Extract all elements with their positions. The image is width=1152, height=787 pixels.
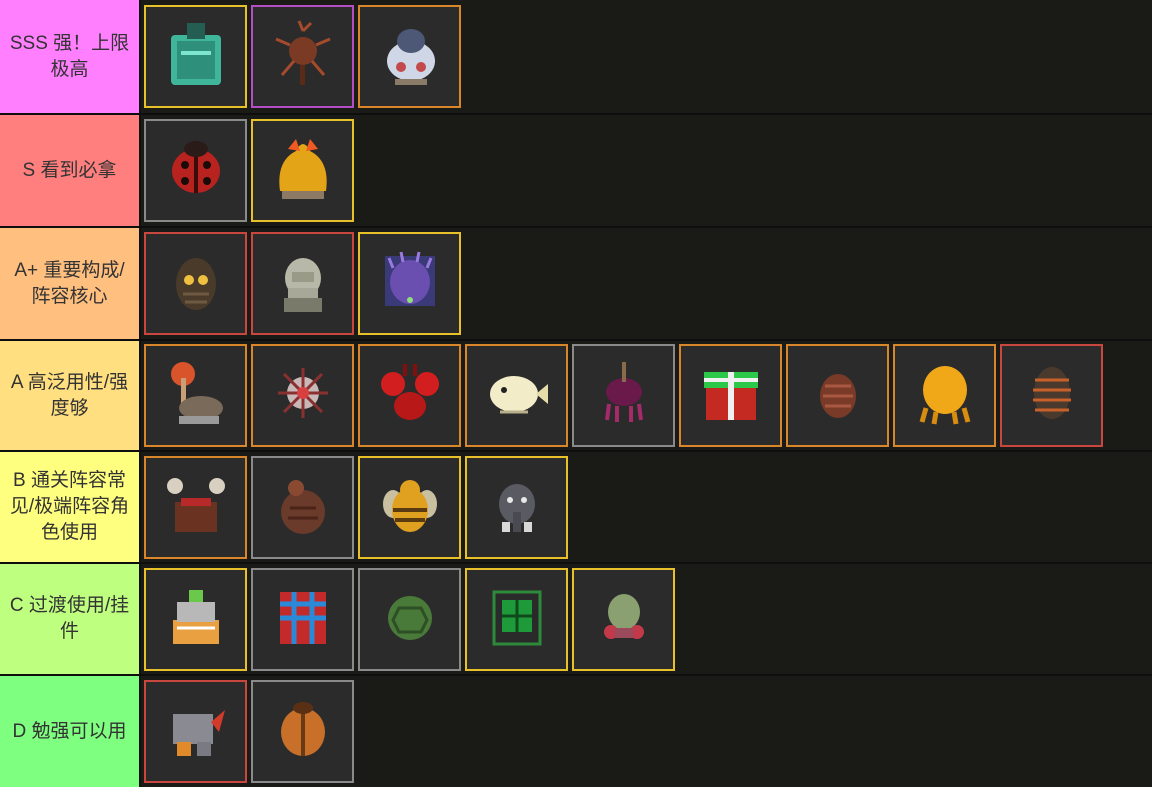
tier-row-s: S 看到必拿 [0, 115, 1152, 226]
tier-item-tile[interactable] [786, 344, 889, 447]
green-circuit-box-icon [480, 580, 554, 659]
mossy-rock-crab-icon [587, 580, 661, 659]
pill-bug-icon [1015, 356, 1089, 435]
tier-row-a-plus: A+ 重要构成/阵容核心 [0, 228, 1152, 339]
tier-items [141, 564, 679, 674]
tier-row-d: D 勉强可以用 [0, 676, 1152, 787]
stone-lion-statue-icon [266, 244, 340, 323]
tier-item-tile[interactable] [465, 344, 568, 447]
tier-row-a: A 高泛用性/强度够 [0, 341, 1152, 450]
yellow-octopus-icon [908, 356, 982, 435]
red-crab-icon [373, 356, 447, 435]
robot-crab-icon [159, 580, 233, 659]
purple-squid-icon [587, 356, 661, 435]
tier-item-tile[interactable] [358, 232, 461, 335]
tier-row-sss: SSS 强！上限极高 [0, 0, 1152, 113]
red-dandelion-beast-icon [266, 17, 340, 96]
blue-cage-icon [266, 580, 340, 659]
tier-item-tile[interactable] [144, 455, 247, 559]
armored-rhino-icon [159, 692, 233, 771]
tier-items [141, 341, 1107, 450]
tier-item-tile[interactable] [144, 680, 247, 783]
tier-item-tile[interactable] [144, 567, 247, 671]
tier-item-tile[interactable] [251, 567, 354, 671]
tier-item-tile[interactable] [465, 567, 568, 671]
tier-item-tile[interactable] [358, 567, 461, 671]
tier-label[interactable]: S 看到必拿 [0, 115, 141, 226]
ladybug-icon [159, 131, 233, 210]
tier-label[interactable]: D 勉强可以用 [0, 676, 141, 787]
tier-item-tile[interactable] [358, 5, 461, 108]
tier-label[interactable]: SSS 强！上限极高 [0, 0, 141, 113]
puffer-fish-icon [480, 356, 554, 435]
tier-item-tile[interactable] [251, 344, 354, 447]
purple-hedgehog-icon [373, 244, 447, 323]
mushroom-ostrich-icon [159, 356, 233, 435]
tier-row-b: B 通关阵容常见/极端阵容角色使用 [0, 452, 1152, 562]
tier-items [141, 676, 358, 787]
tier-item-tile[interactable] [251, 455, 354, 559]
tier-label[interactable]: C 过渡使用/挂件 [0, 564, 141, 674]
tier-item-tile[interactable] [144, 232, 247, 335]
turtle-shell-icon [373, 580, 447, 659]
tier-items [141, 115, 358, 226]
brown-chicken-icon [266, 468, 340, 547]
tier-row-c: C 过渡使用/挂件 [0, 564, 1152, 674]
green-crystal-beast-icon [159, 17, 233, 96]
bee-icon [373, 468, 447, 547]
brown-pinecone-icon [801, 356, 875, 435]
tier-item-tile[interactable] [251, 119, 354, 222]
tier-item-tile[interactable] [358, 344, 461, 447]
elephant-robot-icon [480, 468, 554, 547]
tier-item-tile[interactable] [893, 344, 996, 447]
tier-item-tile[interactable] [251, 5, 354, 108]
white-penguin-icon [373, 17, 447, 96]
tier-items [141, 0, 465, 113]
tier-label[interactable]: A 高泛用性/强度够 [0, 341, 141, 450]
tier-label[interactable]: B 通关阵容常见/极端阵容角色使用 [0, 452, 141, 562]
golden-phoenix-icon [266, 131, 340, 210]
gift-box-icon [694, 356, 768, 435]
tier-item-tile[interactable] [465, 455, 568, 559]
tier-item-tile[interactable] [358, 455, 461, 559]
tier-item-tile[interactable] [144, 119, 247, 222]
tier-item-tile[interactable] [144, 5, 247, 108]
tier-item-tile[interactable] [251, 232, 354, 335]
tier-items [141, 228, 465, 339]
tier-items [141, 452, 572, 562]
brown-beetle-icon [266, 692, 340, 771]
tier-list: SSS 强！上限极高 S 看到必拿 A+ 重要构成/阵容核心 A 高泛用性/强度够 B … [0, 0, 1152, 787]
tier-item-tile[interactable] [1000, 344, 1103, 447]
tier-item-tile[interactable] [144, 344, 247, 447]
sea-urchin-icon [266, 356, 340, 435]
tier-item-tile[interactable] [572, 567, 675, 671]
tier-label[interactable]: A+ 重要构成/阵容核心 [0, 228, 141, 339]
tier-item-tile[interactable] [679, 344, 782, 447]
owl-egg-icon [159, 244, 233, 323]
tier-item-tile[interactable] [572, 344, 675, 447]
crab-cauldron-icon [159, 468, 233, 547]
tier-item-tile[interactable] [251, 680, 354, 783]
